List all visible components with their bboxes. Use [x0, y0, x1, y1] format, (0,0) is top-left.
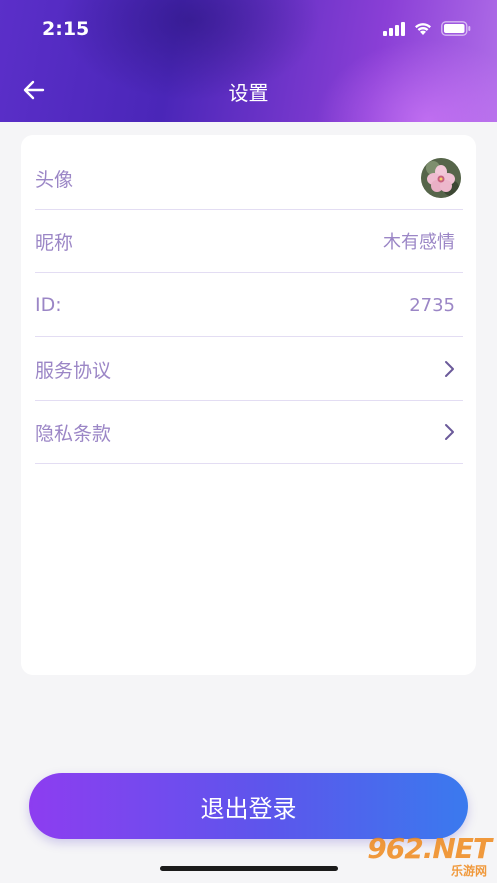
- header-bar: 2:15 设置: [0, 0, 497, 122]
- avatar-row[interactable]: 头像: [35, 147, 463, 210]
- id-label: ID:: [35, 294, 62, 316]
- privacy-policy-row[interactable]: 隐私条款: [35, 401, 463, 464]
- logout-button[interactable]: 退出登录: [29, 773, 468, 839]
- page-title: 设置: [228, 81, 269, 105]
- cellular-signal-icon: [383, 21, 405, 36]
- nickname-value: 木有感情: [383, 232, 455, 253]
- home-indicator: [160, 866, 338, 871]
- privacy-policy-label: 隐私条款: [35, 422, 112, 445]
- service-agreement-label: 服务协议: [35, 359, 112, 382]
- id-row: ID: 2735: [35, 274, 463, 337]
- wifi-icon: [415, 23, 431, 35]
- settings-card: 头像 昵称 木有感情 ID: 2735 服务协议 隐私条款: [21, 135, 476, 675]
- watermark-logo: 962.NET 乐游网: [353, 832, 492, 878]
- nickname-label: 昵称: [35, 231, 74, 254]
- chevron-right-icon: [443, 423, 455, 441]
- avatar-flower-image: [421, 158, 461, 198]
- chevron-right-icon: [443, 360, 455, 378]
- id-value: 2735: [409, 294, 455, 316]
- nickname-row[interactable]: 昵称 木有感情: [35, 210, 463, 273]
- avatar-label: 头像: [35, 168, 74, 191]
- avatar[interactable]: [421, 158, 461, 198]
- watermark-subtext: 乐游网: [450, 864, 487, 878]
- service-agreement-row[interactable]: 服务协议: [35, 338, 463, 401]
- watermark-text: 962.NET: [367, 832, 492, 865]
- status-time: 2:15: [42, 18, 90, 40]
- battery-icon: [441, 21, 471, 36]
- status-icons: [383, 21, 471, 36]
